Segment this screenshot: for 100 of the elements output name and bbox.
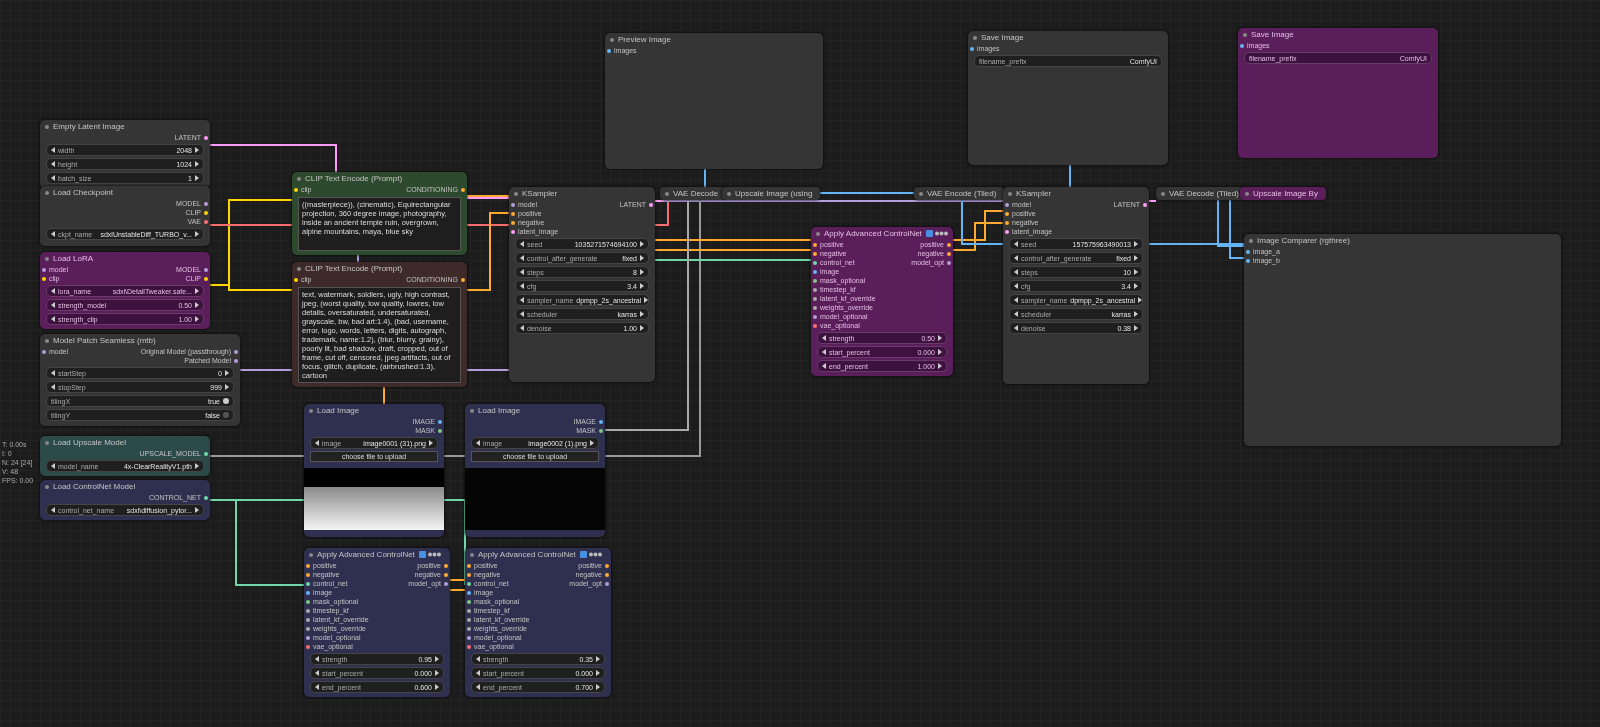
decrement-arrow-icon[interactable] (822, 349, 826, 355)
increment-arrow-icon[interactable] (195, 147, 199, 153)
decrement-arrow-icon[interactable] (315, 440, 319, 446)
collapsed-node[interactable]: VAE Encode (Tiled) (914, 187, 1005, 200)
increment-arrow-icon[interactable] (596, 684, 600, 690)
socket-dot[interactable] (467, 608, 471, 613)
socket-dot[interactable] (234, 358, 238, 363)
increment-arrow-icon[interactable] (640, 311, 644, 317)
socket-dot[interactable] (511, 211, 515, 216)
socket-dot[interactable] (511, 229, 515, 234)
socket-dot[interactable] (970, 46, 974, 51)
socket-dot[interactable] (1143, 202, 1147, 207)
socket-dot[interactable] (204, 495, 208, 500)
increment-arrow-icon[interactable] (195, 316, 199, 322)
socket-dot[interactable] (467, 581, 471, 586)
socket-dot[interactable] (813, 269, 817, 274)
socket-dot[interactable] (947, 242, 951, 247)
socket-dot[interactable] (605, 572, 609, 577)
socket-dot[interactable] (461, 277, 465, 282)
socket-dot[interactable] (204, 451, 208, 456)
node[interactable] (292, 172, 467, 255)
decrement-arrow-icon[interactable] (1014, 255, 1018, 261)
socket-dot[interactable] (649, 202, 653, 207)
decrement-arrow-icon[interactable] (315, 684, 319, 690)
socket-dot[interactable] (813, 296, 817, 301)
socket-dot[interactable] (306, 617, 310, 622)
node-dot-icon[interactable] (919, 191, 923, 196)
decrement-arrow-icon[interactable] (51, 288, 55, 294)
node-dot-icon[interactable] (297, 176, 301, 181)
decrement-arrow-icon[interactable] (51, 370, 55, 376)
socket-dot[interactable] (42, 267, 46, 272)
node[interactable] (304, 548, 450, 697)
socket-dot[interactable] (1005, 220, 1009, 225)
socket-dot[interactable] (306, 635, 310, 640)
decrement-arrow-icon[interactable] (315, 656, 319, 662)
socket-dot[interactable] (605, 581, 609, 586)
decrement-arrow-icon[interactable] (476, 684, 480, 690)
increment-arrow-icon[interactable] (1138, 297, 1143, 303)
node-dot-icon[interactable] (297, 266, 301, 271)
increment-arrow-icon[interactable] (435, 684, 439, 690)
increment-arrow-icon[interactable] (596, 670, 600, 676)
socket-dot[interactable] (204, 201, 208, 206)
collapsed-node[interactable]: Upscale Image (using (722, 187, 821, 200)
collapsed-node[interactable]: Upscale Image By (1240, 187, 1326, 200)
decrement-arrow-icon[interactable] (476, 670, 480, 676)
socket-dot[interactable] (1005, 229, 1009, 234)
socket-dot[interactable] (813, 260, 817, 265)
node-dot-icon[interactable] (665, 191, 669, 196)
decrement-arrow-icon[interactable] (315, 670, 319, 676)
node-dot-icon[interactable] (45, 124, 49, 129)
increment-arrow-icon[interactable] (435, 656, 439, 662)
socket-dot[interactable] (467, 617, 471, 622)
node-dot-icon[interactable] (470, 552, 474, 557)
socket-dot[interactable] (813, 314, 817, 319)
socket-dot[interactable] (1240, 43, 1244, 48)
socket-dot[interactable] (813, 287, 817, 292)
socket-dot[interactable] (467, 563, 471, 568)
node-dot-icon[interactable] (309, 552, 313, 557)
socket-dot[interactable] (444, 581, 448, 586)
increment-arrow-icon[interactable] (1134, 255, 1138, 261)
socket-dot[interactable] (306, 590, 310, 595)
node-dot-icon[interactable] (514, 191, 518, 196)
decrement-arrow-icon[interactable] (520, 283, 524, 289)
socket-dot[interactable] (306, 644, 310, 649)
socket-dot[interactable] (467, 599, 471, 604)
decrement-arrow-icon[interactable] (51, 302, 55, 308)
node-dot-icon[interactable] (45, 440, 49, 445)
socket-dot[interactable] (511, 220, 515, 225)
toggle-knob[interactable] (223, 412, 229, 418)
socket-dot[interactable] (813, 242, 817, 247)
decrement-arrow-icon[interactable] (51, 175, 55, 181)
socket-dot[interactable] (438, 419, 442, 424)
decrement-arrow-icon[interactable] (1014, 241, 1018, 247)
increment-arrow-icon[interactable] (938, 335, 942, 341)
socket-dot[interactable] (461, 187, 465, 192)
node-dot-icon[interactable] (727, 191, 731, 196)
node-dot-icon[interactable] (45, 256, 49, 261)
socket-dot[interactable] (204, 267, 208, 272)
socket-dot[interactable] (306, 599, 310, 604)
node-dot-icon[interactable] (973, 35, 977, 40)
increment-arrow-icon[interactable] (195, 288, 199, 294)
socket-dot[interactable] (306, 581, 310, 586)
increment-arrow-icon[interactable] (640, 255, 644, 261)
socket-dot[interactable] (599, 428, 603, 433)
increment-arrow-icon[interactable] (640, 241, 644, 247)
increment-arrow-icon[interactable] (195, 231, 199, 237)
socket-dot[interactable] (306, 608, 310, 613)
socket-dot[interactable] (306, 572, 310, 577)
increment-arrow-icon[interactable] (640, 283, 644, 289)
socket-dot[interactable] (444, 572, 448, 577)
decrement-arrow-icon[interactable] (476, 440, 480, 446)
decrement-arrow-icon[interactable] (51, 463, 55, 469)
decrement-arrow-icon[interactable] (1014, 283, 1018, 289)
node-dot-icon[interactable] (610, 37, 614, 42)
toggle-knob[interactable] (223, 398, 229, 404)
socket-dot[interactable] (42, 276, 46, 281)
socket-dot[interactable] (467, 644, 471, 649)
decrement-arrow-icon[interactable] (520, 241, 524, 247)
node-dot-icon[interactable] (1245, 191, 1249, 196)
socket-dot[interactable] (1005, 202, 1009, 207)
